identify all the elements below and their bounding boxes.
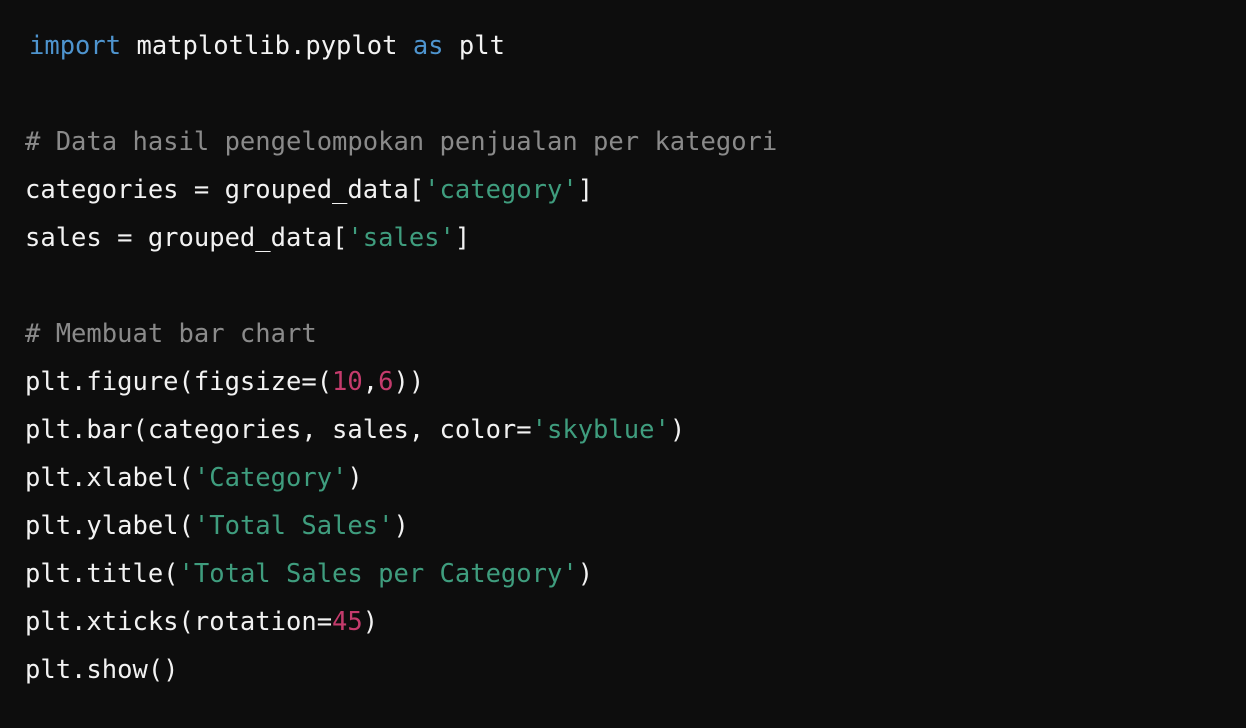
code-token-comment: # Data hasil pengelompokan penjualan per…: [25, 127, 778, 157]
code-token-string: 'sales': [347, 223, 455, 253]
code-token-plain: ): [393, 511, 409, 541]
code-token-string: 'skyblue': [531, 415, 670, 445]
code-line: # Membuat bar chart: [25, 310, 1246, 358]
code-token-keyword: as: [412, 31, 444, 61]
code-token-plain: plt.bar(categories, sales, color=: [25, 415, 532, 445]
code-token-plain: plt.ylabel(: [25, 511, 194, 541]
code-token-plain: plt.xlabel(: [25, 463, 194, 493]
code-token-plain: ,: [362, 367, 379, 397]
code-line: plt.show(): [25, 646, 1246, 694]
code-token-plain: ]: [577, 175, 594, 205]
code-token-plain: ): [669, 415, 686, 445]
code-line: import matplotlib.pyplot as plt: [25, 22, 1246, 70]
code-token-plain: plt.show(): [25, 655, 179, 685]
code-token-plain: categories = grouped_data[: [25, 175, 425, 205]
code-token-string: 'category': [424, 175, 578, 205]
code-token-plain: plt.title(: [25, 559, 179, 589]
code-token-plain: sales = grouped_data[: [25, 223, 348, 253]
code-token-keyword: import: [29, 31, 122, 61]
code-token-comment: # Membuat bar chart: [25, 319, 317, 349]
code-token-plain: plt: [443, 31, 505, 61]
code-token-string: 'Total Sales per Category': [178, 559, 578, 589]
code-token-plain: ): [347, 463, 363, 493]
code-line: plt.xlabel('Category'): [25, 454, 1246, 502]
code-token-plain: ): [577, 559, 594, 589]
code-token-string: 'Total Sales': [193, 511, 394, 541]
code-token-plain: plt.figure(figsize=(: [25, 367, 333, 397]
code-line: plt.xticks(rotation=45): [25, 598, 1246, 646]
code-line: # Data hasil pengelompokan penjualan per…: [25, 118, 1246, 166]
code-line: sales = grouped_data['sales']: [25, 214, 1246, 262]
code-token-number: 10: [332, 367, 363, 397]
code-token-number: 6: [378, 367, 394, 397]
code-line: plt.figure(figsize=(10,6)): [25, 358, 1246, 406]
code-block[interactable]: import matplotlib.pyplot as plt # Data h…: [0, 0, 1246, 728]
code-token-plain: )): [393, 367, 425, 397]
code-line: plt.ylabel('Total Sales'): [25, 502, 1246, 550]
code-token-string: 'Category': [193, 463, 348, 493]
code-token-plain: matplotlib.pyplot: [121, 31, 413, 61]
code-line: plt.bar(categories, sales, color='skyblu…: [25, 406, 1246, 454]
code-token-plain: ): [362, 607, 379, 637]
code-line: categories = grouped_data['category']: [25, 166, 1246, 214]
code-line: plt.title('Total Sales per Category'): [25, 550, 1246, 598]
code-token-plain: plt.xticks(rotation=: [25, 607, 333, 637]
code-token-plain: ]: [454, 223, 471, 253]
code-token-number: 45: [332, 607, 363, 637]
